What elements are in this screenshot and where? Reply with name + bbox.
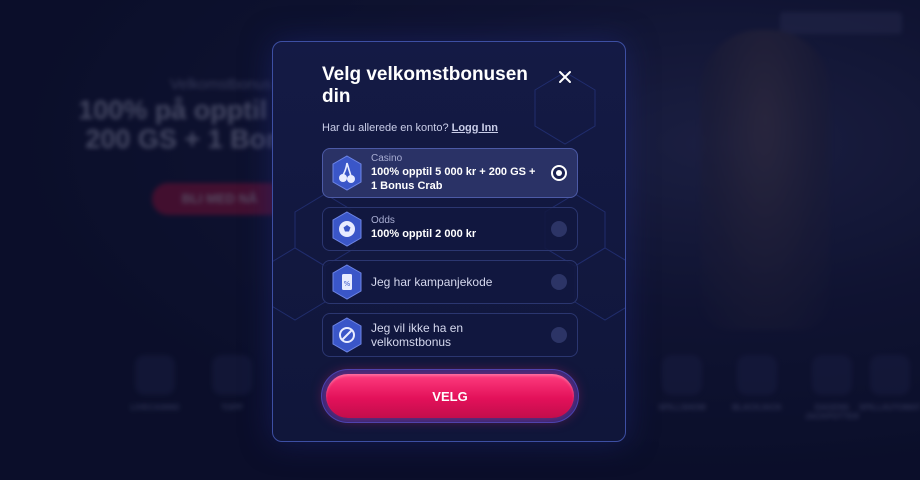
- option-promo-code-radio[interactable]: [551, 274, 567, 290]
- soccer-ball-icon: [332, 211, 362, 247]
- option-promo-code-text: Jeg har kampanjekode: [371, 275, 536, 289]
- option-odds-text: Odds 100% opptil 2 000 kr: [371, 215, 536, 241]
- option-casino-text: Casino 100% opptil 5 000 kr + 200 GS + 1…: [371, 153, 536, 193]
- option-casino-radio[interactable]: [551, 165, 567, 181]
- submit-button-frame: VELG: [322, 370, 578, 422]
- svg-text:%: %: [344, 280, 351, 288]
- no-bonus-icon: [332, 317, 362, 353]
- option-no-bonus-label: Jeg vil ikke ha en velkomstbonus: [371, 321, 464, 349]
- option-no-bonus-text: Jeg vil ikke ha en velkomstbonus: [371, 321, 536, 349]
- option-odds-radio[interactable]: [551, 221, 567, 237]
- option-no-bonus[interactable]: Jeg vil ikke ha en velkomstbonus: [322, 313, 578, 357]
- option-casino-label: 100% opptil 5 000 kr + 200 GS + 1 Bonus …: [371, 166, 536, 192]
- login-link[interactable]: Logg Inn: [452, 122, 498, 134]
- login-prompt-text: Har du allerede en konto?: [322, 122, 449, 134]
- welcome-bonus-modal: Velg velkomstbonusen din Har du allerede…: [272, 41, 626, 442]
- option-no-bonus-radio[interactable]: [551, 327, 567, 343]
- option-casino-category: Casino: [371, 153, 403, 164]
- option-promo-code-label: Jeg har kampanjekode: [371, 275, 493, 289]
- option-odds-category: Odds: [371, 215, 395, 226]
- promo-code-icon: %: [332, 264, 362, 300]
- close-icon: [559, 71, 571, 83]
- cherries-icon: [332, 155, 362, 191]
- option-casino[interactable]: Casino 100% opptil 5 000 kr + 200 GS + 1…: [322, 148, 578, 198]
- select-button[interactable]: VELG: [326, 374, 574, 418]
- option-odds[interactable]: Odds 100% opptil 2 000 kr: [322, 207, 578, 251]
- option-promo-code[interactable]: % Jeg har kampanjekode: [322, 260, 578, 304]
- modal-title: Velg velkomstbonusen din: [322, 64, 528, 107]
- option-odds-label: 100% opptil 2 000 kr: [371, 228, 477, 240]
- close-button[interactable]: [551, 63, 579, 91]
- login-prompt: Har du allerede en konto? Logg Inn: [322, 122, 498, 134]
